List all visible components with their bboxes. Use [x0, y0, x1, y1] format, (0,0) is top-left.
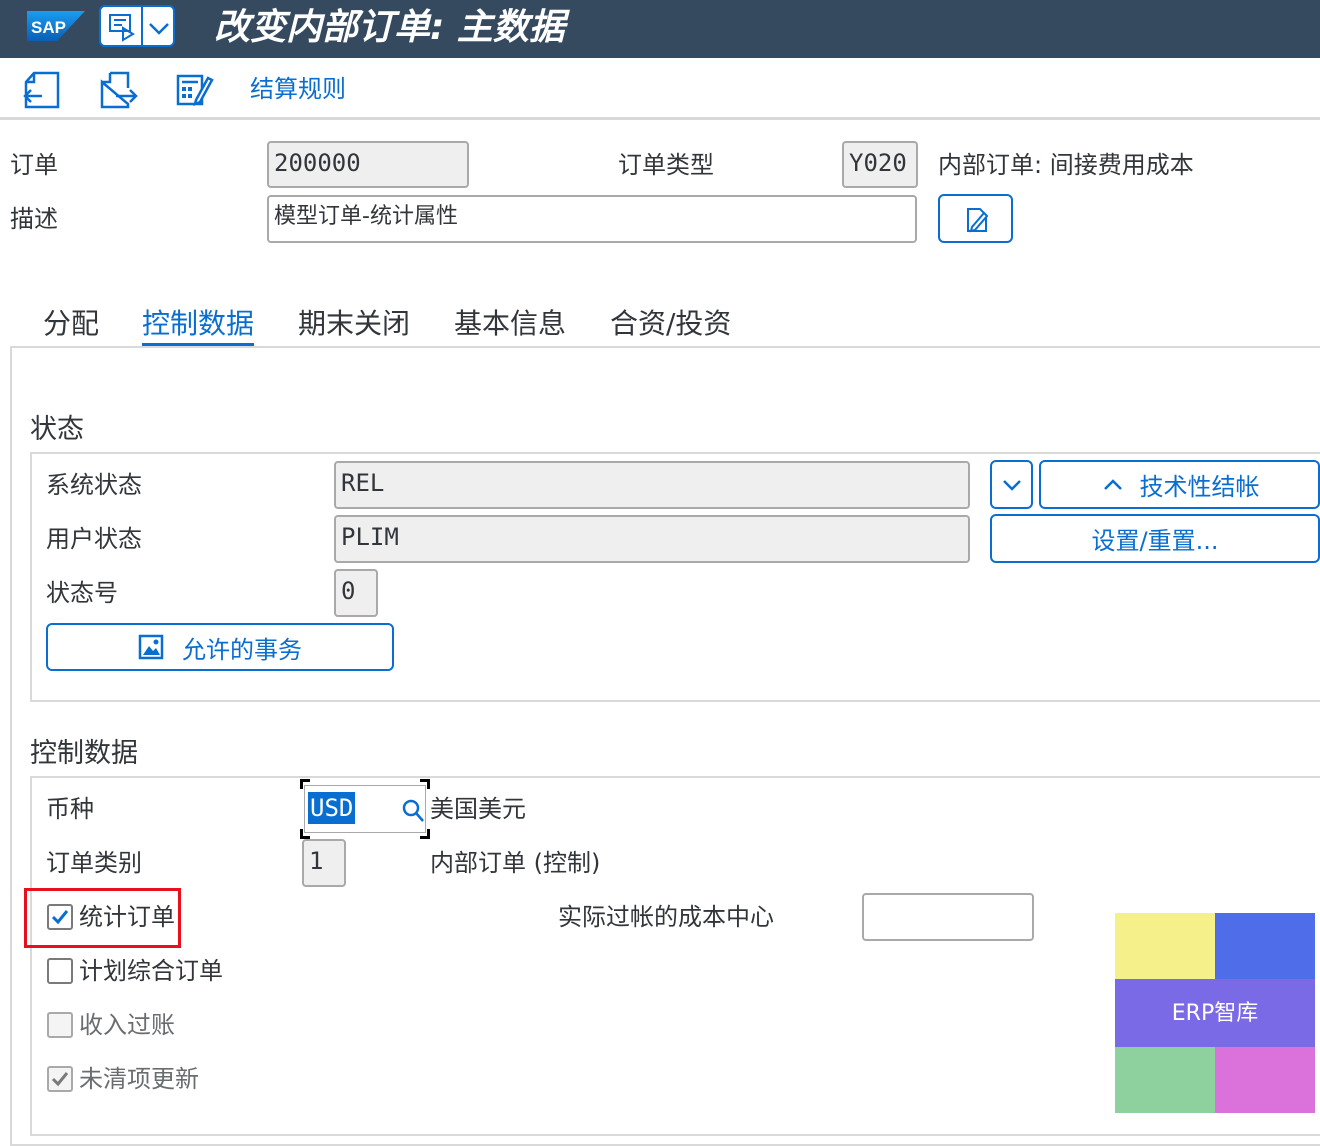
title-bar	[0, 0, 1320, 58]
tab-joint-venture-investment[interactable]: 合资/投资	[610, 306, 731, 342]
statistical-order-checkbox[interactable]	[47, 904, 73, 930]
user-status-label: 用户状态	[46, 525, 142, 553]
order-label: 订单	[10, 151, 58, 179]
control-data-section-title: 控制数据	[30, 738, 138, 769]
allowed-transactions-label: 允许的事务	[182, 635, 302, 664]
technical-close-label: 技术性结帐	[1139, 473, 1260, 501]
menu-list-icon	[109, 14, 135, 42]
chevron-down-icon	[1002, 479, 1021, 491]
previous-object-icon[interactable]	[22, 70, 62, 110]
checkmark-icon	[51, 1072, 69, 1087]
open-item-update-checkbox[interactable]	[47, 1066, 73, 1092]
system-status-field[interactable]: REL	[334, 461, 970, 509]
chevron-up-icon	[1103, 478, 1122, 490]
sap-logo: SAP	[27, 11, 85, 41]
image-icon	[138, 634, 164, 660]
watermark-text: ERP智库	[1171, 1001, 1259, 1026]
tab-control-data[interactable]: 控制数据	[142, 306, 254, 342]
order-type-field[interactable]: Y020	[842, 141, 918, 188]
revenue-posting-label: 收入过账	[79, 1011, 175, 1039]
tab-general-data[interactable]: 基本信息	[454, 306, 566, 342]
open-item-update-label: 未清项更新	[79, 1065, 199, 1093]
system-status-label: 系统状态	[46, 471, 142, 499]
currency-label: 币种	[46, 795, 94, 823]
chevron-down-icon	[149, 23, 169, 35]
status-expand-button[interactable]	[990, 460, 1033, 509]
tab-period-end-closing[interactable]: 期末关闭	[298, 306, 410, 342]
order-field[interactable]: 200000	[267, 141, 469, 188]
statistical-order-label: 统计订单	[79, 903, 175, 931]
next-object-icon[interactable]	[98, 70, 138, 110]
order-type-description: 内部订单: 间接费用成本	[938, 151, 1194, 179]
edit-document-icon	[966, 207, 988, 232]
menu-button[interactable]	[99, 5, 175, 47]
plan-integrated-order-checkbox[interactable]	[47, 958, 73, 984]
description-label: 描述	[10, 205, 58, 233]
status-number-field[interactable]: 0	[334, 569, 378, 617]
order-category-field[interactable]: 1	[302, 839, 346, 887]
actual-cost-center-field[interactable]	[862, 893, 1034, 941]
order-category-label: 订单类别	[46, 849, 142, 877]
value-help-search-icon[interactable]	[401, 798, 425, 824]
settlement-rule-button[interactable]: 结算规则	[250, 72, 346, 106]
plan-integrated-order-label: 计划综合订单	[79, 957, 223, 985]
currency-input[interactable]: USD	[304, 785, 426, 833]
page-title: 改变内部订单: 主数据	[214, 7, 565, 48]
allowed-transactions-button[interactable]: 允许的事务	[46, 623, 394, 671]
revenue-posting-checkbox[interactable]	[47, 1012, 73, 1038]
long-text-button[interactable]	[938, 194, 1013, 243]
order-category-description: 内部订单 (控制)	[430, 849, 601, 877]
calculator-edit-icon[interactable]	[174, 70, 214, 110]
actual-cost-center-label: 实际过帐的成本中心	[558, 903, 774, 931]
description-field[interactable]: 模型订单-统计属性	[267, 195, 917, 243]
user-status-field[interactable]: PLIM	[334, 515, 970, 563]
currency-value: USD	[308, 792, 356, 824]
technical-close-button[interactable]: 技术性结帐	[1039, 460, 1320, 509]
status-section-title: 状态	[30, 414, 84, 445]
status-number-label: 状态号	[46, 579, 118, 607]
sap-logo-text: SAP	[31, 18, 66, 37]
set-reset-button[interactable]: 设置/重置...	[990, 514, 1320, 563]
checkmark-icon	[51, 910, 69, 925]
currency-description: 美国美元	[430, 795, 526, 823]
tab-assignments[interactable]: 分配	[43, 306, 99, 342]
order-type-label: 订单类型	[618, 151, 714, 179]
